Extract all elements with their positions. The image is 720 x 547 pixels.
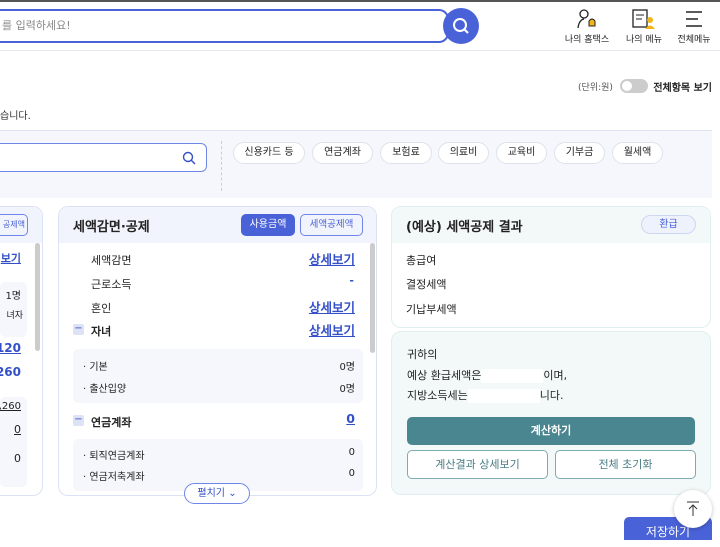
scrollbar[interactable] (370, 243, 375, 353)
result-summary: 귀하의 예상 환급세액은 이며, 지방소득세는 니다. 계산하기 계산결과 상세보기… (391, 331, 711, 495)
notice-text: 습니다. (0, 111, 31, 122)
calculate-button[interactable]: 계산하기 (407, 417, 695, 445)
sub-row-value: 0명 (339, 362, 355, 373)
chip-insurance[interactable]: 보험료 (380, 142, 432, 164)
row-label: 혼인 (91, 302, 112, 315)
refund-badge: 환급 (641, 215, 696, 234)
message: 지방소득세는 니다. (407, 389, 564, 403)
search-icon (182, 151, 196, 165)
my-menu-button[interactable]: 나의 메뉴 (620, 8, 668, 45)
collapse-icon[interactable]: − (73, 324, 84, 335)
amount: 260 (0, 365, 21, 379)
result-card: (예상) 세액공제 결과 환급 총급여 결정세액 기납부세액 (391, 206, 711, 328)
label: 나의 홈택스 (564, 35, 610, 45)
chip-rent[interactable]: 월세액 (612, 142, 663, 164)
sub-row-label: · 출산입양 (83, 384, 127, 395)
row-label: 결정세액 (406, 278, 447, 291)
row-label: 세액감면 (91, 254, 132, 267)
chip-education[interactable]: 교육비 (496, 142, 547, 164)
scrollbar[interactable] (35, 243, 40, 351)
search-icon (453, 18, 469, 34)
amount[interactable]: 0 (14, 423, 21, 436)
detail-link[interactable]: 상세보기 (309, 297, 355, 316)
row-label: 기납부세액 (406, 303, 457, 316)
show-all-label: 전체항목 보기 (653, 83, 712, 94)
label: 녀자 (6, 311, 23, 321)
label: 전체메뉴 (677, 35, 711, 45)
deduct-amount-button[interactable]: 세액공제액 (300, 214, 363, 236)
deduct-amount-button[interactable]: 공제액 (0, 214, 28, 236)
chip-medical[interactable]: 의료비 (438, 142, 489, 164)
pension-amount-link[interactable]: 0 (346, 411, 355, 426)
sub-row-value: 0 (348, 447, 355, 458)
reset-all-button[interactable]: 전체 초기화 (555, 450, 696, 479)
amount[interactable]: ,260 (0, 401, 21, 412)
person-bell-icon (577, 9, 596, 29)
result-detail-button[interactable]: 계산결과 상세보기 (407, 450, 548, 479)
my-hometax-button[interactable]: 나의 홈택스 (563, 8, 611, 45)
count: 1명 (5, 291, 21, 302)
scroll-top-button[interactable] (674, 490, 712, 528)
row-label: 근로소득 (91, 278, 132, 291)
chip-credit-card[interactable]: 신용카드 등 (233, 142, 305, 164)
amount-link[interactable]: 120 (0, 341, 21, 355)
card-title: 세액감면·공제 (73, 220, 150, 235)
search-button[interactable] (443, 8, 479, 44)
message: 귀하의 (407, 348, 438, 361)
arrow-up-icon (687, 501, 699, 516)
label: 나의 메뉴 (626, 35, 662, 45)
show-all-toggle[interactable] (620, 79, 648, 93)
expand-button[interactable]: 펼치기 ⌄ (184, 483, 250, 504)
item-search-input[interactable] (0, 143, 207, 172)
search-input[interactable]: 를 입력하세요! (0, 9, 449, 43)
sub-row-value: 0명 (339, 384, 355, 395)
detail-link[interactable]: 보기 (1, 250, 21, 266)
tax-credit-card: 세액감면·공제 사용금액 세액공제액 세액감면 상세보기 근로소득 - 혼인 상… (58, 206, 377, 496)
detail-link[interactable]: 상세보기 (309, 320, 355, 339)
menu-person-icon (632, 9, 655, 29)
hamburger-icon (686, 11, 702, 27)
sub-row-label: · 기본 (83, 362, 108, 373)
chip-donation[interactable]: 기부금 (554, 142, 605, 164)
amount: 0 (14, 452, 21, 465)
sub-row-value: 0 (348, 468, 355, 479)
left-card: 공제액 보기 1명 녀자 120 260 ,260 0 0 (0, 206, 43, 496)
all-menu-button[interactable]: 전체메뉴 (670, 8, 718, 45)
row-label: 총급여 (406, 254, 437, 267)
divider (221, 141, 222, 191)
detail-link[interactable]: 상세보기 (309, 249, 355, 268)
chip-pension[interactable]: 연금계좌 (312, 142, 373, 164)
unit-label: (단위:원) (578, 83, 613, 93)
sub-row-label: · 연금저축계좌 (83, 472, 145, 483)
sub-row-label: · 퇴직연금계좌 (83, 451, 145, 462)
used-amount-button[interactable]: 사용금액 (241, 214, 295, 236)
row-label: 연금계좌 (91, 416, 132, 429)
row-label: 자녀 (91, 325, 112, 338)
row-value: - (349, 274, 354, 287)
message: 예상 환급세액은 이며, (407, 369, 568, 383)
collapse-icon[interactable]: − (73, 415, 84, 426)
card-title: (예상) 세액공제 결과 (406, 220, 523, 235)
